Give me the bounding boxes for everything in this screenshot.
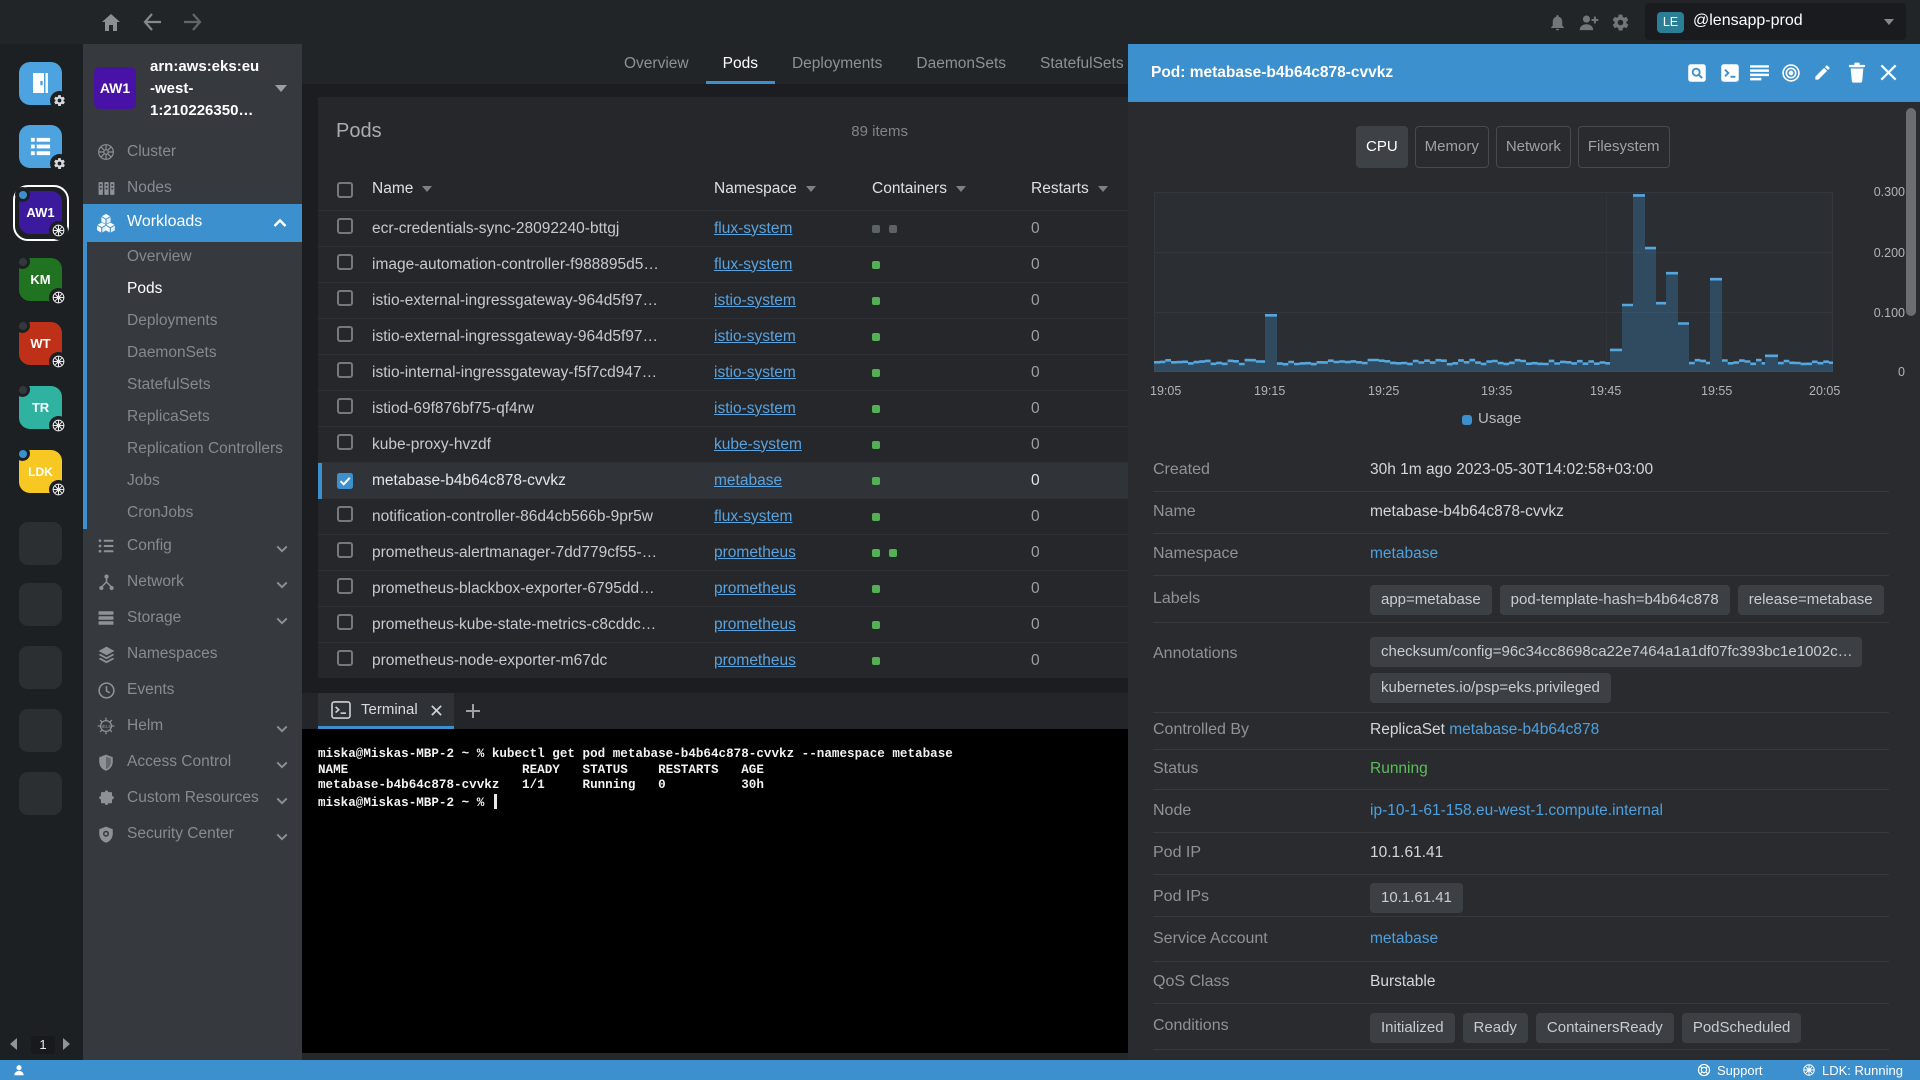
svg-text:HELM: HELM — [100, 724, 113, 729]
